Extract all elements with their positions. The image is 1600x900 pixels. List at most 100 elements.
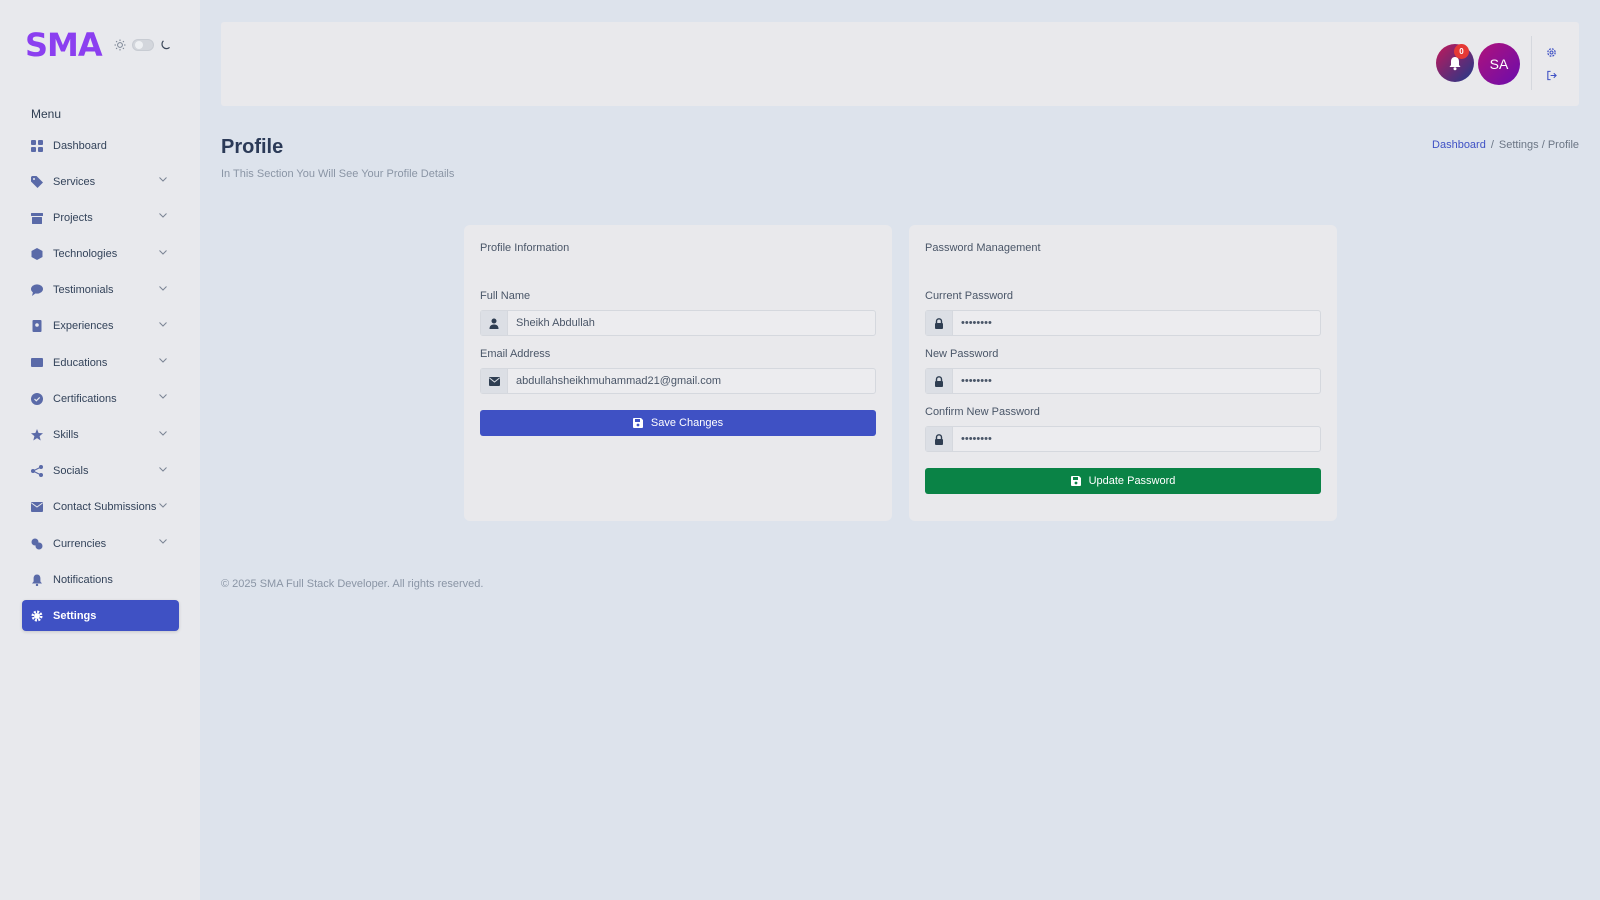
email-input[interactable] — [508, 369, 875, 393]
sidebar-item-certifications[interactable]: Certifications — [22, 383, 179, 414]
brand: SMA — [25, 26, 172, 64]
confirm-password-field — [925, 426, 1321, 452]
full-name-field — [480, 310, 876, 336]
star-icon — [31, 429, 43, 441]
sidebar-item-projects[interactable]: Projects — [22, 202, 179, 233]
share-icon — [31, 465, 43, 478]
breadcrumb-trail: Settings / Profile — [1498, 139, 1579, 151]
sidebar-item-label: Skills — [53, 429, 79, 441]
current-password-field — [925, 310, 1321, 336]
logo[interactable]: SMA — [25, 26, 103, 64]
confirm-password-input[interactable] — [953, 427, 1320, 451]
current-password-input[interactable] — [953, 311, 1320, 335]
menu-title: Menu — [31, 107, 62, 121]
book-icon — [31, 357, 43, 369]
sidebar-item-socials[interactable]: Socials — [22, 456, 179, 487]
sidebar-item-label: Dashboard — [53, 139, 107, 152]
sidebar-item-notifications[interactable]: Notifications — [22, 564, 179, 595]
sidebar-nav: Dashboard Services Projects Technologies Tes… — [22, 130, 179, 637]
chevron-down-icon — [159, 466, 167, 472]
grid-icon — [31, 139, 43, 152]
new-password-field — [925, 368, 1321, 394]
update-password-label: Update Password — [1088, 475, 1176, 487]
sidebar-item-educations[interactable]: Educations — [22, 347, 179, 378]
avatar[interactable]: SA — [1478, 43, 1520, 85]
sidebar-item-settings[interactable]: Settings — [22, 600, 179, 632]
sidebar-item-label: Testimonials — [53, 284, 114, 297]
sidebar-item-label: Projects — [53, 211, 93, 224]
logout-icon — [1547, 70, 1557, 81]
new-password-input[interactable] — [953, 369, 1320, 393]
chevron-down-icon — [159, 322, 167, 327]
coins-icon — [31, 538, 43, 550]
chevron-down-icon — [159, 285, 167, 291]
moon-icon — [161, 40, 170, 50]
logout-button[interactable] — [1546, 68, 1557, 86]
sidebar-item-technologies[interactable]: Technologies — [22, 239, 179, 270]
card-title: Profile Information — [480, 242, 570, 254]
save-icon — [1070, 476, 1081, 486]
update-password-button[interactable]: Update Password — [925, 468, 1321, 494]
email-field — [480, 368, 876, 394]
chevron-down-icon — [159, 394, 167, 400]
sidebar-item-testimonials[interactable]: Testimonials — [22, 275, 179, 306]
new-password-label: New Password — [925, 348, 999, 360]
sidebar-item-contact-submissions[interactable]: Contact Submissions — [22, 492, 179, 523]
footer: © 2025 SMA Full Stack Developer. All rig… — [221, 578, 484, 590]
comment-icon — [31, 284, 43, 297]
sidebar-item-services[interactable]: Services — [22, 166, 179, 197]
card-title: Password Management — [925, 242, 1041, 254]
chevron-down-icon — [159, 213, 167, 219]
current-password-label: Current Password — [925, 290, 1014, 302]
sidebar-item-experiences[interactable]: Experiences — [22, 311, 179, 342]
profile-information-card: Profile Information Full Name Email Addr… — [464, 225, 892, 521]
sidebar-item-label: Experiences — [53, 320, 114, 333]
sidebar-item-label: Socials — [53, 465, 89, 478]
topbar-divider — [1531, 36, 1532, 90]
lock-icon — [926, 427, 953, 451]
chevron-down-icon — [159, 358, 167, 363]
sidebar-item-label: Services — [53, 175, 96, 188]
sidebar-item-label: Settings — [53, 609, 97, 622]
theme-toggle[interactable] — [131, 39, 154, 51]
sidebar-item-dashboard[interactable]: Dashboard — [22, 130, 179, 161]
chevron-down-icon — [159, 249, 167, 255]
breadcrumb-separator: / — [1490, 139, 1494, 151]
chevron-down-icon — [159, 430, 167, 436]
sidebar-item-currencies[interactable]: Currencies — [22, 528, 179, 559]
chevron-down-icon — [159, 539, 167, 544]
user-icon — [481, 311, 508, 335]
sun-icon — [114, 39, 126, 51]
sidebar-item-label: Currencies — [53, 537, 107, 550]
envelope-icon — [31, 501, 43, 513]
sidebar-item-label: Certifications — [53, 392, 117, 405]
chevron-down-icon — [159, 177, 167, 182]
tag-icon — [31, 175, 43, 188]
full-name-input[interactable] — [508, 311, 875, 335]
gear-icon — [1547, 48, 1556, 57]
lock-icon — [926, 369, 953, 393]
theme-switch[interactable] — [114, 39, 172, 51]
save-changes-button[interactable]: Save Changes — [480, 410, 876, 436]
topbar — [221, 22, 1579, 106]
sidebar-item-label: Technologies — [53, 248, 118, 261]
gear-icon — [31, 610, 43, 622]
save-icon — [632, 418, 643, 428]
page-title: Profile — [221, 136, 284, 158]
sidebar-item-label: Notifications — [53, 573, 113, 586]
archive-icon — [31, 212, 43, 224]
notification-badge: 0 — [1454, 44, 1469, 59]
certificate-icon — [31, 392, 43, 405]
page-subtitle: In This Section You Will See Your Profil… — [221, 168, 455, 180]
full-name-label: Full Name — [480, 290, 531, 302]
badge-icon — [31, 320, 43, 333]
confirm-password-label: Confirm New Password — [925, 406, 1040, 418]
chevron-down-icon — [159, 503, 167, 508]
envelope-icon — [481, 369, 508, 393]
sidebar-item-skills[interactable]: Skills — [22, 420, 179, 451]
cube-icon — [31, 248, 43, 261]
email-label: Email Address — [480, 348, 551, 360]
settings-button[interactable] — [1546, 45, 1557, 63]
bell-icon — [31, 574, 43, 586]
breadcrumb-dashboard-link[interactable]: Dashboard — [1432, 139, 1486, 151]
